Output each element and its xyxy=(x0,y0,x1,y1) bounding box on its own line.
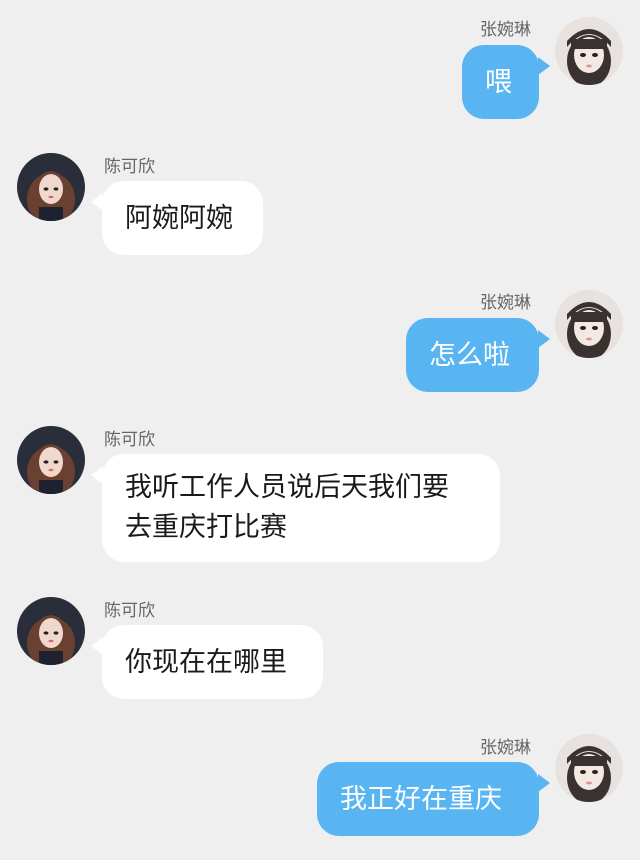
sender-name: 张婉琳 xyxy=(480,738,531,758)
avatar-zhang-icon[interactable] xyxy=(555,734,623,802)
bubble-tail xyxy=(538,330,550,348)
message-text-line: 去重庆打比赛 xyxy=(125,512,287,543)
bubble-tail xyxy=(538,57,550,75)
message-bubble[interactable]: 怎么啦 xyxy=(406,318,539,392)
message-bubble[interactable]: 你现在在哪里 xyxy=(102,625,323,699)
message-text: 喂 xyxy=(485,67,512,98)
sender-name: 陈可欣 xyxy=(104,157,155,177)
sender-name: 陈可欣 xyxy=(104,601,155,621)
avatar-chen-icon[interactable] xyxy=(17,153,85,221)
bubble-tail xyxy=(538,774,550,792)
avatar-zhang-icon[interactable] xyxy=(555,290,623,358)
message-bubble[interactable]: 我听工作人员说后天我们要 去重庆打比赛 xyxy=(102,454,500,562)
message-bubble[interactable]: 我正好在重庆 xyxy=(317,762,539,836)
sender-name: 张婉琳 xyxy=(480,293,531,313)
message-text: 我正好在重庆 xyxy=(340,784,502,815)
message-text-line: 我听工作人员说后天我们要 xyxy=(125,472,449,503)
message-text: 阿婉阿婉 xyxy=(125,203,233,234)
message-bubble[interactable]: 阿婉阿婉 xyxy=(102,181,263,255)
avatar-chen-icon[interactable] xyxy=(17,597,85,665)
sender-name: 张婉琳 xyxy=(480,20,531,40)
message-text: 你现在在哪里 xyxy=(125,647,287,678)
avatar-chen-icon[interactable] xyxy=(17,426,85,494)
avatar-zhang-icon[interactable] xyxy=(555,17,623,85)
message-bubble[interactable]: 喂 xyxy=(462,45,539,119)
message-text: 怎么啦 xyxy=(429,340,510,371)
sender-name: 陈可欣 xyxy=(104,430,155,450)
